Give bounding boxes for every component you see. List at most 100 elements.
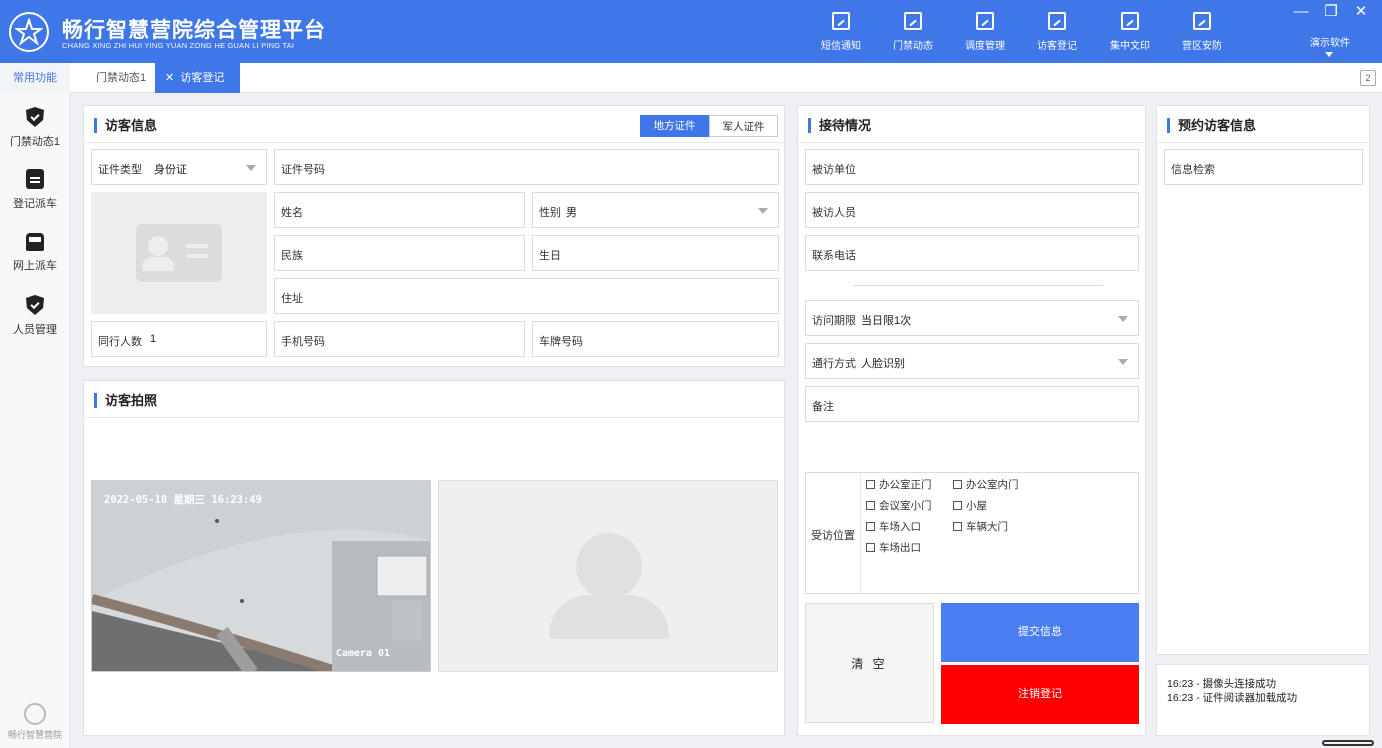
ethnicity-field[interactable]: 民族 <box>274 235 525 271</box>
address-field[interactable]: 住址 <box>274 278 779 314</box>
status-log-panel: 16:23 - 摄像头连接成功 16:23 - 证件阅读器加载成功 <box>1156 664 1370 736</box>
sidebar-item-personnel[interactable]: 人员管理 <box>0 295 70 337</box>
nav-sms-notify[interactable]: 短信通知 <box>806 12 876 57</box>
contact-phone-field[interactable]: 联系电话 <box>805 235 1139 271</box>
camera-feed[interactable]: 2022-05-18 星期三 16:23:49 Camera 01 <box>91 480 431 672</box>
sidebar-item-access-events[interactable]: 门禁动态1 <box>0 107 70 149</box>
window-controls: — ❐ ✕ <box>1286 2 1376 24</box>
keyboard-icon[interactable] <box>1322 740 1374 746</box>
visitor-photo-panel: 访客拍照 2022-05-18 星期三 16:23:49 Camera 01 <box>83 380 785 736</box>
location-checkbox[interactable]: 会议室小门 <box>866 498 932 513</box>
close-icon[interactable]: ✕ <box>165 72 174 84</box>
info-search-field[interactable]: 信息检索 <box>1164 149 1363 185</box>
visitor-info-panel: 访客信息 地方证件 军人证件 证件类型 身份证 证件号码 姓名 性别 男 民族 … <box>83 105 785 367</box>
reception-panel: 接待情况 被访单位 被访人员 联系电话 访问期限 当日限1次 通行方式 人脸识别… <box>797 105 1146 736</box>
chevron-down-icon <box>758 208 768 214</box>
common-functions-tab[interactable]: 常用功能 <box>0 63 70 93</box>
car-icon <box>26 233 44 251</box>
app-logo-icon <box>9 12 49 52</box>
mobile-field[interactable]: 手机号码 <box>274 321 525 357</box>
panel-title: 访客拍照 <box>94 393 157 408</box>
remark-field[interactable]: 备注 <box>805 386 1139 422</box>
companions-field[interactable]: 同行人数 1 <box>91 321 267 357</box>
person-icon <box>576 533 642 599</box>
panel-title: 预约访客信息 <box>1167 118 1256 133</box>
log-line: 16:23 - 证件阅读器加载成功 <box>1167 692 1298 704</box>
name-field[interactable]: 姓名 <box>274 192 525 228</box>
shield-icon <box>26 107 44 127</box>
id-number-field[interactable]: 证件号码 <box>274 149 779 185</box>
cancel-registration-button[interactable]: 注销登记 <box>941 665 1139 724</box>
tab-access-events-1[interactable]: 门禁动态1 <box>86 63 156 93</box>
chevron-down-icon[interactable] <box>1325 52 1333 57</box>
location-checkbox[interactable]: 车场入口 <box>866 519 921 534</box>
chevron-down-icon <box>246 165 256 171</box>
tab-visitor-register[interactable]: ✕ 访客登记 <box>155 63 240 93</box>
birthday-field[interactable]: 生日 <box>532 235 779 271</box>
access-method-select[interactable]: 通行方式 人脸识别 <box>805 343 1139 379</box>
divider <box>84 142 784 143</box>
location-checkbox[interactable]: 车场出口 <box>866 540 921 555</box>
nav-dispatch[interactable]: 调度管理 <box>950 12 1020 57</box>
military-id-toggle[interactable]: 军人证件 <box>709 115 778 137</box>
tab-count-badge[interactable]: 2 <box>1360 70 1376 86</box>
sidebar-item-register-dispatch[interactable]: 登记派车 <box>0 169 70 211</box>
checkbox-icon[interactable] <box>866 543 875 552</box>
visit-location-group: 受访位置 办公室正门 办公室内门 会议室小门 小屋 车场入口 车辆大门 车场出口 <box>805 472 1139 594</box>
location-checkbox[interactable]: 车辆大门 <box>953 519 1008 534</box>
camera-image <box>92 481 430 671</box>
shield-icon <box>26 295 44 315</box>
location-checkbox[interactable]: 办公室内门 <box>953 477 1019 492</box>
plate-number-field[interactable]: 车牌号码 <box>532 321 779 357</box>
doc-edit-icon <box>904 12 922 30</box>
log-line: 16:23 - 摄像头连接成功 <box>1167 678 1277 690</box>
camera-timestamp: 2022-05-18 星期三 16:23:49 <box>104 494 262 506</box>
user-menu[interactable]: 演示软件 <box>1300 34 1360 49</box>
camera-name: Camera 01 <box>335 648 390 659</box>
chevron-down-icon <box>1118 359 1128 365</box>
doc-edit-icon <box>1193 12 1211 30</box>
location-checkbox[interactable]: 小屋 <box>953 498 987 513</box>
minimize-button[interactable]: — <box>1286 2 1316 24</box>
app-title: 畅行智慧营院综合管理平台 <box>62 19 326 42</box>
panel-title: 访客信息 <box>94 118 157 133</box>
chevron-down-icon <box>1118 316 1128 322</box>
sidebar-footer: 畅行智慧营院 <box>0 703 70 741</box>
id-type-select[interactable]: 证件类型 身份证 <box>91 149 267 185</box>
captured-face-placeholder <box>438 480 778 672</box>
restore-button[interactable]: ❐ <box>1316 2 1346 24</box>
checkbox-icon[interactable] <box>866 522 875 531</box>
nav-visitor-register[interactable]: 访客登记 <box>1022 12 1092 57</box>
submit-button[interactable]: 提交信息 <box>941 603 1139 662</box>
nav-print[interactable]: 集中文印 <box>1095 12 1165 57</box>
app-subtitle: CHANG XING ZHI HUI YING YUAN ZONG HE GUA… <box>62 41 295 50</box>
sidebar-item-online-dispatch[interactable]: 网上派车 <box>0 233 70 273</box>
doc-edit-icon <box>1048 12 1066 30</box>
nav-access-events[interactable]: 门禁动态 <box>878 12 948 57</box>
checkbox-icon[interactable] <box>866 501 875 510</box>
visited-unit-field[interactable]: 被访单位 <box>805 149 1139 185</box>
local-id-toggle[interactable]: 地方证件 <box>640 115 709 137</box>
footer-logo-icon <box>24 703 46 725</box>
id-photo-placeholder <box>91 192 267 314</box>
clear-button[interactable]: 清 空 <box>805 603 934 723</box>
doc-edit-icon <box>1121 12 1139 30</box>
checkbox-icon[interactable] <box>953 501 962 510</box>
divider <box>1157 142 1369 143</box>
checkbox-icon[interactable] <box>953 480 962 489</box>
gender-select[interactable]: 性别 男 <box>532 192 779 228</box>
divider <box>84 417 784 418</box>
appointment-panel: 预约访客信息 信息检索 <box>1156 105 1370 655</box>
close-window-button[interactable]: ✕ <box>1346 2 1376 24</box>
checkbox-icon[interactable] <box>953 522 962 531</box>
location-checkbox[interactable]: 办公室正门 <box>866 477 932 492</box>
status-log: 16:23 - 摄像头连接成功 16:23 - 证件阅读器加载成功 <box>1167 677 1297 705</box>
tab-label: 访客登记 <box>180 72 225 84</box>
document-icon <box>26 169 44 189</box>
doc-edit-icon <box>832 12 850 30</box>
visit-period-select[interactable]: 访问期限 当日限1次 <box>805 300 1139 336</box>
divider <box>798 142 1145 143</box>
nav-security[interactable]: 营区安防 <box>1167 12 1237 57</box>
checkbox-icon[interactable] <box>866 480 875 489</box>
visited-person-field[interactable]: 被访人员 <box>805 192 1139 228</box>
